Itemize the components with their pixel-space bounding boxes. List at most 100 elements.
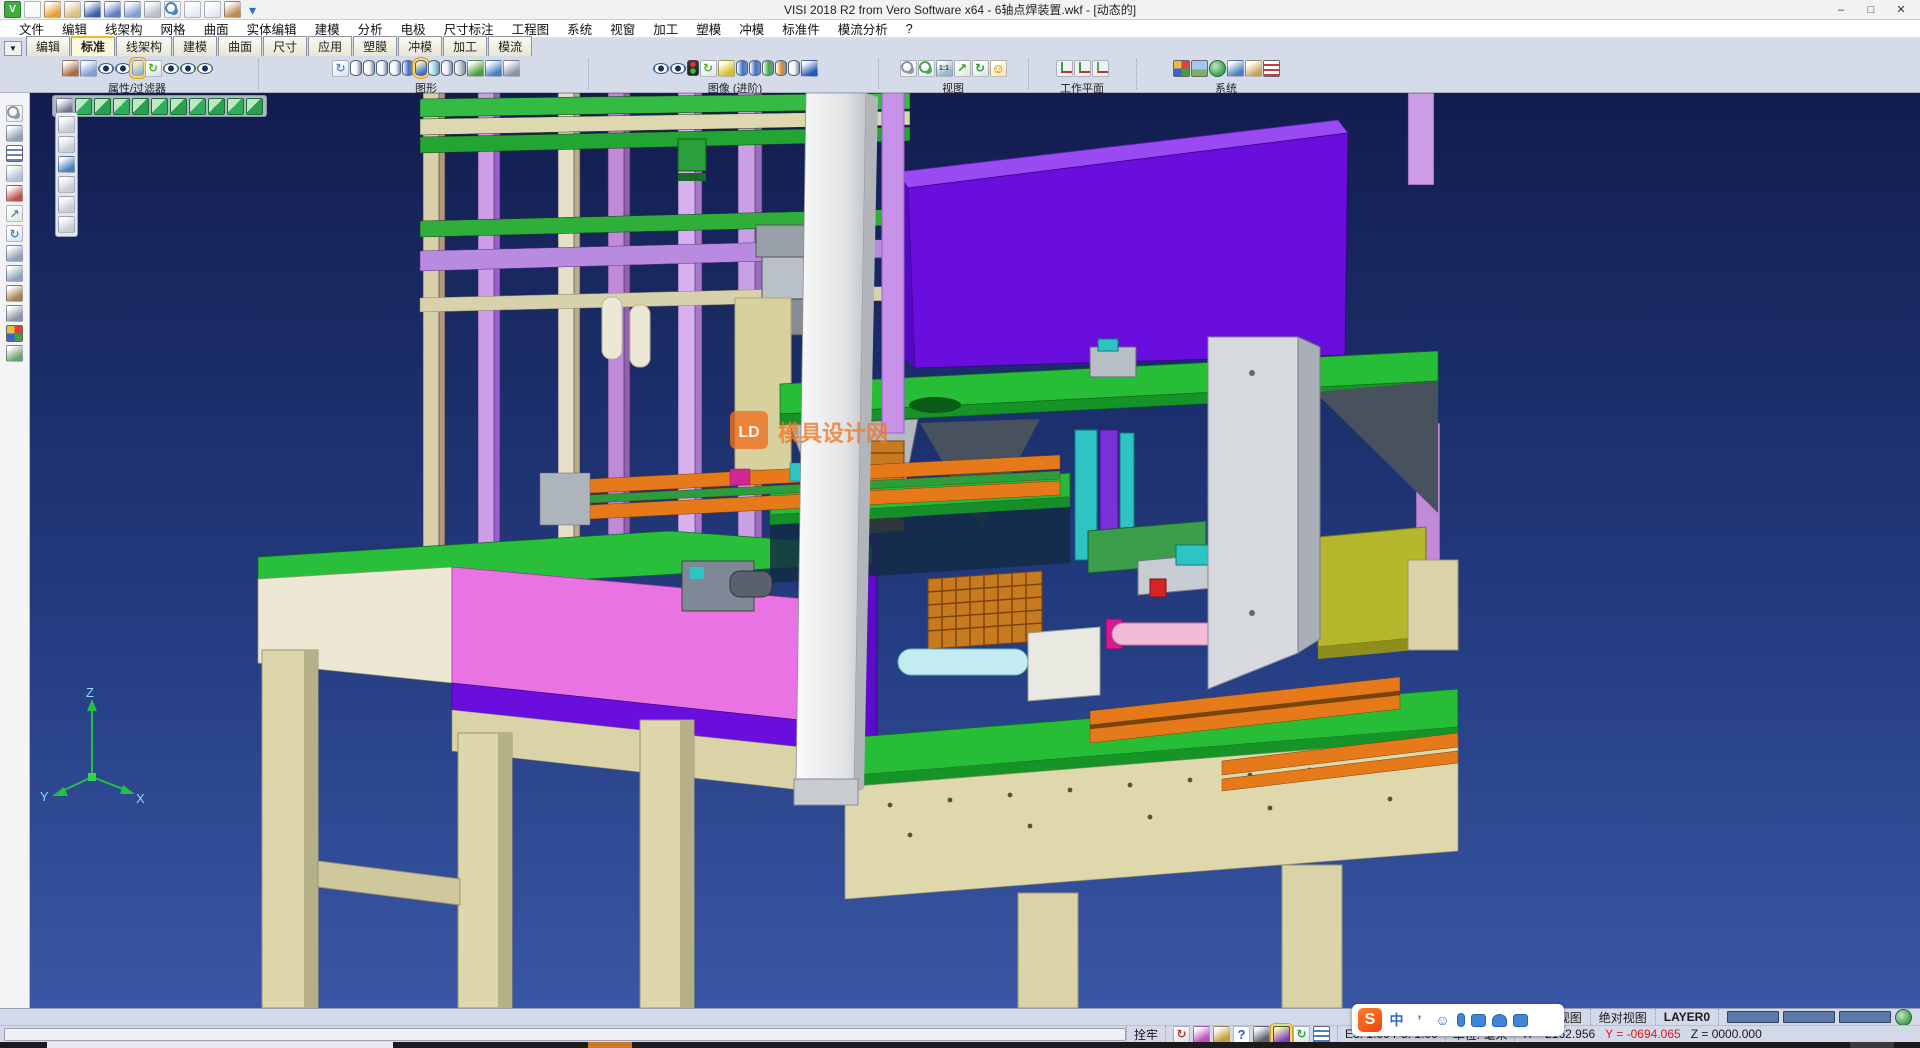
menu-system[interactable]: 系统	[558, 19, 601, 38]
cylinder-copy-icon[interactable]	[485, 60, 502, 77]
lt-palette-icon[interactable]	[6, 325, 23, 342]
adv-plusminus-icon[interactable]	[718, 60, 735, 77]
vc-ne-iso-icon[interactable]	[246, 98, 263, 115]
pen-swatch[interactable]	[1839, 1011, 1891, 1023]
menu-machining[interactable]: 加工	[644, 19, 687, 38]
hide-remove-icon[interactable]	[115, 63, 131, 74]
tab-flow[interactable]: 模流	[488, 36, 532, 56]
visi-logo[interactable]: V	[4, 1, 21, 18]
model-3d-view[interactable]: LD 模具设计网 Z Y X	[30, 93, 1920, 1008]
close-button[interactable]: ✕	[1886, 1, 1916, 19]
vp-tool-section-icon[interactable]	[58, 156, 75, 173]
vc-back-view-icon[interactable]	[113, 98, 130, 115]
adv-cylinder-b-icon[interactable]	[749, 60, 761, 76]
history-icon[interactable]	[224, 1, 241, 18]
toggle-visibility-icon[interactable]	[163, 63, 179, 74]
adv-show-add-icon[interactable]	[653, 63, 669, 74]
vc-top-view-icon[interactable]	[170, 98, 187, 115]
vc-sw-iso-icon[interactable]	[208, 98, 225, 115]
tab-edit[interactable]: 编辑	[26, 36, 70, 56]
cylinder-shaded-icon[interactable]	[402, 60, 414, 76]
select-hand-icon[interactable]	[1245, 60, 1262, 77]
circle-snap-icon[interactable]: ↻	[1293, 1026, 1310, 1043]
cylinder-transparent-icon[interactable]	[428, 60, 440, 76]
menu-window[interactable]: 视窗	[601, 19, 644, 38]
lt-rotate-icon[interactable]: ↻	[6, 225, 23, 242]
ime-emoji[interactable]: ☺	[1434, 1012, 1451, 1029]
ime-mode-chinese[interactable]: 中	[1388, 1012, 1405, 1029]
render-smiley-icon[interactable]: ☺	[990, 60, 1007, 77]
tab-progress[interactable]: 冲模	[398, 36, 442, 56]
color-palette-icon[interactable]	[1173, 60, 1190, 77]
minimize-button[interactable]: –	[1826, 1, 1856, 19]
lt-trim-icon[interactable]	[6, 125, 23, 142]
world-icon[interactable]	[1895, 1009, 1912, 1026]
vc-bottom-view-icon[interactable]	[189, 98, 206, 115]
lt-delete-icon[interactable]	[6, 185, 23, 202]
snap-toggle-icon[interactable]: ↻	[1173, 1026, 1190, 1043]
taskbar-highlight[interactable]	[588, 1042, 632, 1048]
adv-cylinder-a-icon[interactable]	[736, 60, 748, 76]
zoom-extents-icon[interactable]	[918, 60, 935, 77]
filter-doc-icon[interactable]	[80, 60, 97, 77]
rotate-view-icon[interactable]: ↻	[972, 60, 989, 77]
active-layer[interactable]: LAYER0	[1655, 1009, 1718, 1025]
adv-cylinder-wire-icon[interactable]	[788, 60, 800, 76]
vc-se-iso-icon[interactable]	[227, 98, 244, 115]
linetype-swatch[interactable]	[1727, 1011, 1779, 1023]
ime-mic-icon[interactable]	[1457, 1013, 1465, 1027]
view-mode[interactable]: 绝对视图	[1590, 1009, 1655, 1025]
cylinder-hatch-icon[interactable]	[454, 60, 466, 76]
lt-hammer-icon[interactable]	[6, 285, 23, 302]
dynamic-cube-icon[interactable]	[1273, 1026, 1290, 1043]
lt-sketch-icon[interactable]	[6, 165, 23, 182]
tab-dropdown-button[interactable]: ▼	[4, 41, 22, 56]
adv-cone-icon[interactable]	[801, 60, 818, 77]
lt-export-icon[interactable]	[6, 345, 23, 362]
lock-toggle[interactable]: 拴牢	[1126, 1026, 1165, 1042]
workplane-axes-icon[interactable]	[1056, 60, 1073, 77]
calc-icon[interactable]	[1213, 1026, 1230, 1043]
menu-standard-parts[interactable]: 标准件	[773, 19, 829, 38]
open-file-icon[interactable]	[44, 1, 61, 18]
vc-right-view-icon[interactable]	[151, 98, 168, 115]
grid-settings-icon[interactable]	[1263, 60, 1280, 77]
vp-tool-shade-icon[interactable]	[58, 196, 75, 213]
maximize-button[interactable]: □	[1856, 1, 1886, 19]
menu-mould[interactable]: 塑模	[687, 19, 730, 38]
menu-help[interactable]: ?	[897, 22, 922, 36]
magnet-icon[interactable]	[1253, 1026, 1270, 1043]
cylinder-outline-icon[interactable]	[389, 60, 401, 76]
toolbar-more-icon[interactable]: ▾	[244, 1, 261, 18]
ime-logo[interactable]: S	[1358, 1008, 1382, 1032]
vc-left-view-icon[interactable]	[132, 98, 149, 115]
windows-taskbar[interactable]	[0, 1042, 1920, 1048]
new-file-icon[interactable]	[24, 1, 41, 18]
tab-dimension[interactable]: 尺寸	[263, 36, 307, 56]
cylinder-shaded-edges-icon[interactable]	[415, 60, 427, 76]
ime-keyboard-icon[interactable]	[1471, 1014, 1486, 1027]
cylinder-dashed-icon[interactable]	[376, 60, 388, 76]
ime-grid-icon[interactable]	[1513, 1014, 1528, 1027]
zoom-in-icon[interactable]	[900, 60, 917, 77]
ime-user-icon[interactable]	[1492, 1014, 1507, 1027]
model-viewport[interactable]: LD 模具设计网 Z Y X	[30, 93, 1920, 1008]
scale-1to1-icon[interactable]: 1:1	[936, 60, 953, 77]
taskbar-window-button[interactable]	[47, 1042, 393, 1048]
pick-wand-icon[interactable]	[1193, 1026, 1210, 1043]
vp-tool-pan-icon[interactable]	[58, 136, 75, 153]
refresh-visibility-icon[interactable]: ↻	[145, 60, 162, 77]
save-all-icon[interactable]	[124, 1, 141, 18]
color-swatch[interactable]	[1783, 1011, 1835, 1023]
menu-flow-analysis[interactable]: 模流分析	[829, 19, 897, 38]
tab-wireframe[interactable]: 线架构	[116, 36, 172, 56]
undo-icon[interactable]	[184, 1, 201, 18]
refresh-graphics-icon[interactable]: ↻	[332, 60, 349, 77]
cylinder-recycle-icon[interactable]	[467, 60, 484, 77]
redo-icon[interactable]	[204, 1, 221, 18]
cylinder-hidden-icon[interactable]	[363, 60, 375, 76]
preview-icon[interactable]	[164, 1, 181, 18]
cylinder-wire-icon[interactable]	[350, 60, 362, 76]
import-icon[interactable]	[64, 1, 81, 18]
adv-hide-icon[interactable]	[670, 63, 686, 74]
